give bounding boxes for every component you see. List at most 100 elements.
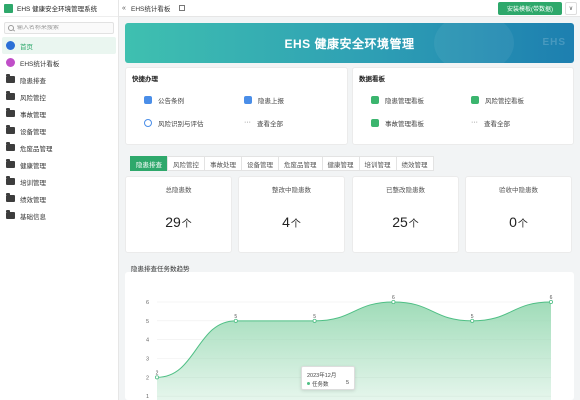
stat-value: 29 xyxy=(165,214,181,230)
tab[interactable]: 健康管理 xyxy=(321,156,359,171)
stat-value: 25 xyxy=(392,214,408,230)
install-template-button[interactable]: 安装模板(带数据) xyxy=(498,2,562,15)
data-label: 6 xyxy=(550,295,553,301)
quick-item-view-all[interactable]: ··· 查看全部 xyxy=(244,118,283,128)
folder-icon xyxy=(6,210,15,219)
stat-value-wrap: 25个 xyxy=(353,214,458,230)
tab[interactable]: 隐患排查 xyxy=(130,156,167,171)
module-tabs: 隐患排查 风险管控 事故处理 设备管理 危废品管理 健康管理 培训管理 绩效管理 xyxy=(130,156,434,171)
folder-icon xyxy=(6,74,15,83)
quick-item-label: 查看全部 xyxy=(257,121,283,128)
search-input[interactable] xyxy=(16,25,113,31)
stat-value-wrap: 29个 xyxy=(126,214,231,230)
quick-actions-card: 快捷办理 公告条例 隐患上报 风险识别与评估 ··· 查看全部 xyxy=(125,67,348,145)
risk-board-icon xyxy=(471,96,479,104)
sidebar-item[interactable]: 首页 xyxy=(2,37,116,54)
stat-unit: 个 xyxy=(290,219,301,230)
tab-ehs-dashboard[interactable]: EHS统计看板 xyxy=(131,3,170,13)
banner: EHS 健康安全环境管理 EHS xyxy=(125,23,574,63)
y-tick-label: 3 xyxy=(146,357,149,363)
stat-value-wrap: 0个 xyxy=(466,214,571,230)
tab[interactable]: 危废品管理 xyxy=(278,156,322,171)
stat-unit: 个 xyxy=(408,219,419,230)
stat-card: 总隐患数 29个 xyxy=(125,176,232,253)
chart-tooltip: 2023年12月 任务数 5 xyxy=(301,366,355,390)
stat-value-wrap: 4个 xyxy=(239,214,344,230)
y-tick-label: 5 xyxy=(146,319,149,325)
quick-item-risk-assessment[interactable]: 风险识别与评估 xyxy=(144,118,204,128)
board-item-label: 风险管控看板 xyxy=(485,98,524,105)
report-icon xyxy=(244,96,252,104)
quick-item-label: 公告条例 xyxy=(158,98,184,105)
top-bar: « EHS统计看板 安装模板(带数据) ∨ xyxy=(119,0,580,17)
board-item-accident[interactable]: 事故管理看板 xyxy=(371,118,424,128)
home-icon xyxy=(6,41,15,50)
stat-label: 已整改隐患数 xyxy=(386,187,425,194)
stat-label: 验收中隐患数 xyxy=(499,187,538,194)
sidebar-item-label: 危废品管理 xyxy=(20,145,53,153)
y-tick-label: 1 xyxy=(146,394,149,400)
data-label: 2 xyxy=(156,370,159,376)
tooltip-value: 5 xyxy=(345,380,349,386)
folder-icon xyxy=(6,193,15,202)
sidebar-item[interactable]: EHS统计看板 xyxy=(2,54,116,71)
sidebar-item[interactable]: 基础信息 xyxy=(2,207,116,224)
data-label: 6 xyxy=(392,295,395,301)
announcement-icon xyxy=(144,96,152,104)
quick-item-label: 风险识别与评估 xyxy=(158,121,204,128)
tab[interactable]: 绩效管理 xyxy=(395,156,434,171)
banner-watermark: EHS xyxy=(542,37,566,48)
board-item-label: 隐患管理看板 xyxy=(385,98,424,105)
tooltip-title: 2023年12月 xyxy=(307,373,337,379)
stat-card: 已整改隐患数 25个 xyxy=(352,176,459,253)
data-label: 5 xyxy=(313,314,316,320)
sidebar-item-label: 隐患排查 xyxy=(20,77,46,85)
collapse-sidebar-icon[interactable]: « xyxy=(119,5,129,12)
sidebar-item[interactable]: 隐患排查 xyxy=(2,71,116,88)
sidebar-item[interactable]: 健康管理 xyxy=(2,156,116,173)
board-item-risk[interactable]: 风险管控看板 xyxy=(471,95,524,105)
quick-item-announcements[interactable]: 公告条例 xyxy=(144,95,184,105)
y-tick-label: 2 xyxy=(146,375,149,381)
tab[interactable]: 事故处理 xyxy=(204,156,241,171)
main-content: EHS 健康安全环境管理 EHS 快捷办理 公告条例 隐患上报 风险识别与评估 … xyxy=(119,17,580,400)
sidebar-nav: 首页 EHS统计看板隐患排查风险管控事故管理设备管理危废品管理健康管理培训管理绩效… xyxy=(0,37,118,224)
folder-icon xyxy=(6,125,15,134)
board-item-hazard[interactable]: 隐患管理看板 xyxy=(371,95,424,105)
folder-icon xyxy=(6,159,15,168)
dropdown-more-button[interactable]: ∨ xyxy=(565,2,577,15)
stat-value: 0 xyxy=(509,214,517,230)
stat-unit: 个 xyxy=(517,219,528,230)
sidebar-item[interactable]: 设备管理 xyxy=(2,122,116,139)
board-item-label: 事故管理看板 xyxy=(385,121,424,128)
sidebar-item-label: 培训管理 xyxy=(20,179,46,187)
sidebar-item[interactable]: 危废品管理 xyxy=(2,139,116,156)
data-boards-card: 数据看板 隐患管理看板 风险管控看板 事故管理看板 ··· 查看全部 xyxy=(352,67,574,145)
sidebar-item-label: 设备管理 xyxy=(20,128,46,136)
tab[interactable]: 培训管理 xyxy=(358,156,396,171)
sidebar-item[interactable]: 风险管控 xyxy=(2,88,116,105)
sidebar-item-label: 事故管理 xyxy=(20,111,46,119)
sidebar-item-label: 基础信息 xyxy=(20,213,46,221)
sidebar-item[interactable]: 事故管理 xyxy=(2,105,116,122)
risk-assessment-icon xyxy=(144,119,152,127)
sidebar-item-label: 健康管理 xyxy=(20,162,46,170)
search-box[interactable] xyxy=(4,22,114,34)
sidebar-item-label: 首页 xyxy=(20,43,33,51)
hazard-board-icon xyxy=(371,96,379,104)
stat-card: 整改中隐患数 4个 xyxy=(238,176,345,253)
sidebar: EHS 健康安全环境管理系统 首页 EHS统计看板隐患排查风险管控事故管理设备管理… xyxy=(0,0,119,400)
fullscreen-icon[interactable] xyxy=(179,5,186,11)
board-item-label: 查看全部 xyxy=(484,121,510,128)
board-item-view-all[interactable]: ··· 查看全部 xyxy=(471,118,510,128)
folder-icon xyxy=(6,108,15,117)
data-boards-title: 数据看板 xyxy=(359,76,385,83)
tooltip-series-marker xyxy=(307,382,310,385)
sidebar-item[interactable]: 培训管理 xyxy=(2,173,116,190)
folder-icon xyxy=(6,91,15,100)
tab[interactable]: 设备管理 xyxy=(241,156,278,171)
quick-item-report-hazard[interactable]: 隐患上报 xyxy=(244,95,284,105)
y-tick-label: 4 xyxy=(146,338,149,344)
sidebar-item[interactable]: 绩效管理 xyxy=(2,190,116,207)
tab[interactable]: 风险管控 xyxy=(167,156,204,171)
